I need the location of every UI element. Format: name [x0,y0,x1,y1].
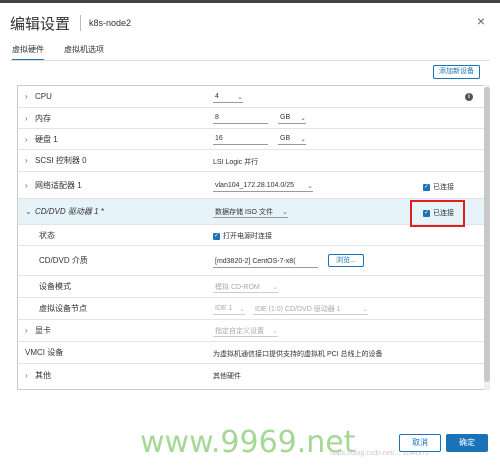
dialog-title: 编辑设置 [10,15,71,33]
virtual-node-label: 虚拟设备节点 [39,304,87,313]
cdrom-label[interactable]: ⌄ CD/DVD 驱动器 1 * [25,199,104,224]
scsi-label[interactable]: › SCSI 控制器 0 [25,150,87,171]
chevron-right-icon[interactable]: › [25,135,35,144]
tabs-divider [10,60,490,61]
title-separator [80,15,82,31]
chevron-down-icon: ⌄ [300,135,306,143]
memory-label[interactable]: › 内存 [25,108,51,128]
top-edge [0,0,500,3]
memory-unit-select[interactable]: GB ⌄ [278,112,306,124]
chevron-right-icon[interactable]: › [25,181,35,190]
annotation-highlight-box [410,200,465,227]
row-cdrom-media: CD/DVD 介质 [md3820-2] CentOS-7-x8( 浏览... [18,246,485,276]
chevron-down-icon: ⌄ [300,114,306,122]
network-connected-checkbox[interactable]: ✓ 已连接 [423,182,454,192]
row-memory: › 内存 8 GB ⌄ [18,108,485,129]
media-path-input[interactable]: [md3820-2] CentOS-7-x8( [213,256,318,268]
vmci-description: 为虚拟机通信接口提供支持的虚拟机 PCI 总线上的设备 [213,351,383,358]
cancel-button[interactable]: 取消 [399,434,441,452]
device-mode-label: 设备模式 [39,282,71,291]
tab-bar: 虚拟硬件 虚拟机选项 [12,44,104,61]
media-label: CD/DVD 介质 [39,256,88,265]
chevron-right-icon[interactable]: › [25,92,35,101]
video-settings-select[interactable]: 指定自定义设置 ⌄ [213,325,278,337]
node-bus-select[interactable]: IDE 1 ⌄ [213,303,245,315]
disk-label[interactable]: › 硬盘 1 [25,129,58,149]
checkmark-icon: ✓ [423,183,430,191]
row-disk: › 硬盘 1 16 GB ⌄ [18,129,485,150]
chevron-down-icon: ⌄ [272,327,278,335]
power-on-connect-checkbox[interactable]: ✓ 打开电源时连接 [213,231,272,241]
chevron-down-icon[interactable]: ⌄ [25,207,35,216]
add-new-device-button[interactable]: 添加新设备 [433,65,480,79]
cpu-label[interactable]: › CPU [25,86,52,107]
video-label[interactable]: › 显卡 [25,320,51,341]
row-cdrom-node: 虚拟设备节点 IDE 1 ⌄ IDE (1:0) CD/DVD 驱动器 1 ⌄ [18,298,485,320]
node-slot-select[interactable]: IDE (1:0) CD/DVD 驱动器 1 ⌄ [253,303,368,315]
chevron-down-icon: ⌄ [307,182,313,190]
row-network: › 网络适配器 1 vlan104_172.28.104.0/25 ⌄ ✓ 已连接 [18,172,485,199]
chevron-right-icon[interactable]: › [25,371,35,380]
scsi-value: LSI Logic 并行 [213,159,259,166]
other-value: 其他硬件 [213,373,241,380]
network-label[interactable]: › 网络适配器 1 [25,172,82,198]
network-select[interactable]: vlan104_172.28.104.0/25 ⌄ [213,180,313,192]
chevron-right-icon[interactable]: › [25,156,35,165]
row-cdrom-mode: 设备模式 模拟 CD-ROM ⌄ [18,276,485,298]
cdrom-type-select[interactable]: 数据存储 ISO 文件 ⌄ [213,206,288,218]
info-icon[interactable]: i [465,93,473,101]
vmci-label: VMCI 设备 [25,348,64,357]
disk-unit-select[interactable]: GB ⌄ [278,133,306,145]
ok-button[interactable]: 确定 [446,434,488,452]
row-cpu: › CPU 4 ⌄ i [18,86,485,108]
device-mode-select[interactable]: 模拟 CD-ROM ⌄ [213,281,278,293]
row-cdrom-status: 状态 ✓ 打开电源时连接 [18,225,485,246]
close-icon[interactable]: × [474,14,488,28]
cpu-select[interactable]: 4 ⌄ [213,91,243,103]
browse-button[interactable]: 浏览... [328,254,364,267]
chevron-down-icon: ⌄ [239,305,245,313]
chevron-right-icon[interactable]: › [25,114,35,123]
chevron-down-icon: ⌄ [362,305,368,313]
disk-size-input[interactable]: 16 [213,133,268,145]
vm-name: k8s-node2 [89,18,132,28]
tab-virtual-hardware[interactable]: 虚拟硬件 [12,44,44,61]
chevron-down-icon: ⌄ [272,283,278,291]
hardware-list: › CPU 4 ⌄ i › 内存 8 GB ⌄ › 硬盘 1 16 GB ⌄ › SCSI 控… [17,85,485,390]
other-label[interactable]: › 其他 [25,364,51,386]
chevron-down-icon: ⌄ [282,208,288,216]
row-vmci: VMCI 设备 为虚拟机通信接口提供支持的虚拟机 PCI 总线上的设备 [18,342,485,364]
chevron-down-icon: ⌄ [237,93,243,101]
tab-vm-options[interactable]: 虚拟机选项 [64,44,104,61]
chevron-right-icon[interactable]: › [25,326,35,335]
watermark: www.9969.net [140,425,356,460]
status-label: 状态 [39,230,55,240]
row-video: › 显卡 指定自定义设置 ⌄ [18,320,485,342]
dialog-header: 编辑设置 k8s-node2 [10,12,131,34]
checkmark-icon: ✓ [213,232,220,240]
scrollbar-thumb[interactable] [484,87,490,382]
scrollbar[interactable] [484,85,490,390]
row-other: › 其他 其他硬件 [18,364,485,386]
row-scsi: › SCSI 控制器 0 LSI Logic 并行 [18,150,485,172]
memory-input[interactable]: 8 [213,112,268,124]
